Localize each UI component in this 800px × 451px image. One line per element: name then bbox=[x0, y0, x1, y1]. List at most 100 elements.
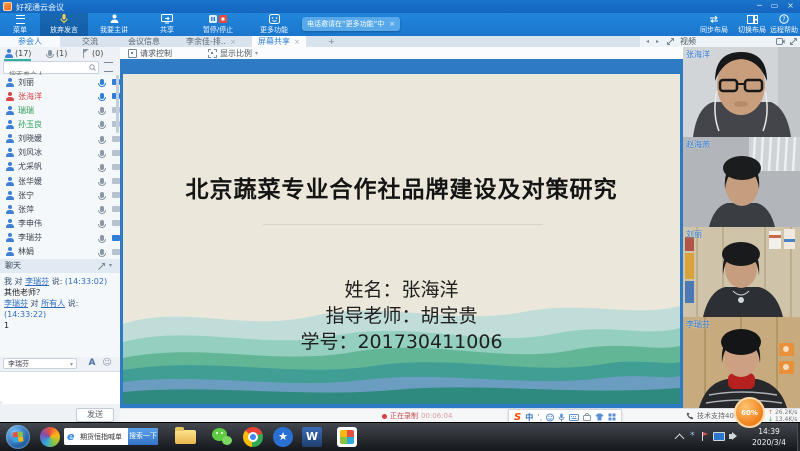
camera-icon[interactable] bbox=[112, 206, 120, 212]
mic-icon[interactable] bbox=[100, 164, 104, 170]
new-tab-button[interactable]: + bbox=[322, 36, 341, 47]
meeting-app-icon[interactable] bbox=[337, 427, 357, 447]
count-speaking[interactable]: (1) bbox=[46, 47, 67, 59]
chat-header[interactable]: 聊天 ▾ bbox=[0, 259, 120, 273]
word-icon[interactable]: W bbox=[302, 427, 322, 447]
close-tab-icon[interactable]: × bbox=[294, 38, 300, 46]
display-ratio-button[interactable]: 显示比例 ▾ bbox=[208, 47, 258, 59]
participant-row[interactable]: 张华媛 bbox=[0, 174, 120, 188]
camera-icon[interactable] bbox=[112, 136, 120, 142]
camera-icon[interactable] bbox=[112, 249, 120, 255]
maximize-button[interactable]: ▭ bbox=[768, 1, 781, 11]
participant-row[interactable]: 刘丽 bbox=[0, 75, 120, 89]
tray-clock[interactable]: 14:39 2020/3/4 bbox=[742, 426, 796, 448]
language-toggle[interactable]: 中 bbox=[525, 412, 533, 423]
request-present-button[interactable]: 我要主讲 bbox=[90, 13, 138, 36]
camera-icon[interactable] bbox=[112, 178, 120, 184]
request-control-button[interactable]: 请求控制 bbox=[128, 47, 172, 59]
keyboard-icon[interactable] bbox=[569, 414, 579, 421]
video-feed[interactable]: 赵海燕 bbox=[683, 137, 800, 228]
camera-icon[interactable] bbox=[112, 235, 120, 241]
emoji-icon[interactable] bbox=[546, 413, 554, 422]
tooltip-close-icon[interactable]: × bbox=[389, 20, 395, 28]
chat-sender-link[interactable]: 李瑞芬 bbox=[4, 299, 28, 308]
participant-row[interactable]: 张海洋 bbox=[0, 89, 120, 103]
give-up-speaking-button[interactable]: 放弃发言 bbox=[40, 13, 88, 36]
tab-meeting-info[interactable]: 会议信息 bbox=[122, 36, 166, 47]
remote-help-button[interactable]: ? 远程帮助 bbox=[768, 13, 800, 36]
participant-row[interactable]: 尤采帆 bbox=[0, 160, 120, 174]
mic-icon[interactable] bbox=[100, 93, 104, 99]
emoji-button[interactable]: ☺ bbox=[101, 358, 113, 369]
font-button[interactable]: A bbox=[86, 358, 98, 369]
chat-input[interactable] bbox=[2, 374, 120, 404]
skin-icon[interactable] bbox=[595, 413, 604, 421]
mic-icon[interactable] bbox=[100, 79, 104, 85]
chat-target-link[interactable]: 所有人 bbox=[41, 299, 65, 308]
close-button[interactable]: × bbox=[784, 1, 797, 11]
send-button[interactable]: 发送 bbox=[76, 408, 114, 422]
chat-collapse-icon[interactable]: ▾ bbox=[109, 259, 112, 273]
sogou-logo-icon[interactable]: S bbox=[514, 412, 521, 423]
camera-icon[interactable] bbox=[112, 220, 120, 226]
tray-app-icon[interactable]: * bbox=[690, 431, 695, 441]
taskbar-search-input[interactable] bbox=[78, 432, 130, 442]
video-feed[interactable]: 刘丽 bbox=[683, 227, 800, 318]
camera-icon[interactable] bbox=[112, 164, 120, 170]
count-hands[interactable]: (0) bbox=[82, 47, 103, 59]
browser-360-icon[interactable] bbox=[40, 427, 60, 447]
minimize-button[interactable]: ─ bbox=[753, 1, 766, 11]
mic-icon[interactable] bbox=[100, 206, 104, 212]
tab-chat[interactable]: 交流 bbox=[60, 36, 120, 47]
chat-popout-icon[interactable] bbox=[98, 263, 105, 270]
punctuation-toggle[interactable]: ’, bbox=[537, 413, 542, 422]
chrome-icon[interactable] bbox=[243, 427, 263, 447]
pause-stop-button[interactable]: 暂停/停止 bbox=[192, 13, 244, 36]
mic-icon[interactable] bbox=[100, 220, 104, 226]
mic-icon[interactable] bbox=[100, 178, 104, 184]
video-next-icon[interactable]: ▸ bbox=[656, 36, 659, 47]
speed-ball[interactable]: 60% bbox=[734, 397, 765, 428]
wechat-icon[interactable] bbox=[212, 427, 233, 447]
mic-icon[interactable] bbox=[100, 150, 104, 156]
participant-row[interactable]: 张宁 bbox=[0, 188, 120, 202]
participant-row[interactable]: 张萍 bbox=[0, 202, 120, 216]
mic-icon[interactable] bbox=[100, 136, 104, 142]
close-tab-icon[interactable]: × bbox=[230, 38, 236, 46]
camera-icon[interactable] bbox=[112, 150, 120, 156]
recipient-dropdown[interactable]: 李瑞芬 ▾ bbox=[3, 358, 77, 369]
mic-icon[interactable] bbox=[100, 107, 104, 113]
voice-input-icon[interactable] bbox=[558, 413, 565, 422]
share-button[interactable]: 共享 bbox=[146, 13, 188, 36]
switch-layout-button[interactable]: 切换布局 bbox=[736, 13, 768, 36]
more-features-button[interactable]: 更多功能 bbox=[250, 13, 298, 36]
mic-icon[interactable] bbox=[100, 192, 104, 198]
volume-icon[interactable] bbox=[729, 434, 733, 439]
participant-row[interactable]: 李申伟 bbox=[0, 216, 120, 230]
phone-invite-tooltip[interactable]: 电话邀请在“更多功能”中× bbox=[302, 17, 400, 31]
mic-icon[interactable] bbox=[100, 249, 104, 255]
tab-screen-share[interactable]: 屏幕共享× bbox=[252, 36, 306, 47]
menu-button[interactable]: 菜单 bbox=[2, 13, 38, 36]
chat-target-link[interactable]: 李瑞芬 bbox=[25, 277, 49, 286]
toolbox-icon[interactable] bbox=[583, 413, 591, 421]
scrollbar[interactable] bbox=[116, 75, 119, 133]
mic-icon[interactable] bbox=[100, 121, 104, 127]
network-icon[interactable] bbox=[713, 432, 725, 441]
participant-row[interactable]: 李瑞芬 bbox=[0, 231, 120, 245]
grid-icon[interactable] bbox=[608, 413, 616, 421]
participant-row[interactable]: 林娟 bbox=[0, 245, 120, 259]
participant-row[interactable]: 刘晓媛 bbox=[0, 132, 120, 146]
tab-participants[interactable]: 参会人 bbox=[0, 36, 60, 47]
video-prev-icon[interactable]: ◂ bbox=[646, 36, 649, 47]
camera-icon[interactable] bbox=[112, 192, 120, 198]
taskbar-search-button[interactable]: 搜索一下 bbox=[128, 428, 158, 445]
list-view-icon[interactable] bbox=[104, 62, 113, 72]
video-feed[interactable]: 张海洋 bbox=[683, 47, 800, 138]
mic-icon[interactable] bbox=[100, 235, 104, 241]
action-center-icon[interactable] bbox=[702, 432, 709, 441]
star-app-icon[interactable]: ★ bbox=[273, 427, 293, 447]
tab-shared-doc[interactable]: 李余佳-排..× bbox=[180, 36, 242, 47]
video-feed[interactable]: 李瑞芬 bbox=[683, 317, 800, 409]
count-participants[interactable]: (17) bbox=[4, 47, 31, 61]
